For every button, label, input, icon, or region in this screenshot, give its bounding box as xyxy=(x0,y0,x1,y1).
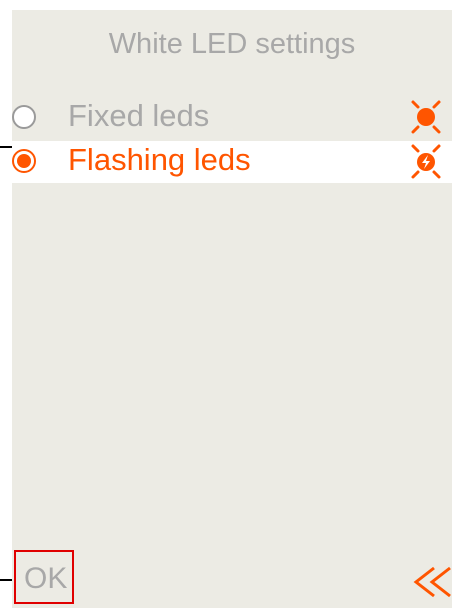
ok-label: OK xyxy=(24,562,68,595)
back-icon[interactable] xyxy=(412,565,452,599)
led-flashing-icon xyxy=(411,144,441,179)
callout-line xyxy=(0,146,12,148)
led-settings-screen: White LED settings Fixed leds Flashing l… xyxy=(12,10,452,608)
option-flashing-leds[interactable]: Flashing leds xyxy=(12,141,452,183)
ok-button[interactable]: OK xyxy=(14,550,74,604)
callout-line xyxy=(0,579,12,581)
option-label: Fixed leds xyxy=(68,98,210,133)
option-fixed-leds[interactable]: Fixed leds xyxy=(12,97,452,139)
led-fixed-icon xyxy=(411,100,441,134)
radio-flashing-leds[interactable] xyxy=(12,149,36,173)
page-title: White LED settings xyxy=(108,28,356,60)
radio-fixed-leds[interactable] xyxy=(12,105,36,129)
option-label: Flashing leds xyxy=(68,142,251,177)
